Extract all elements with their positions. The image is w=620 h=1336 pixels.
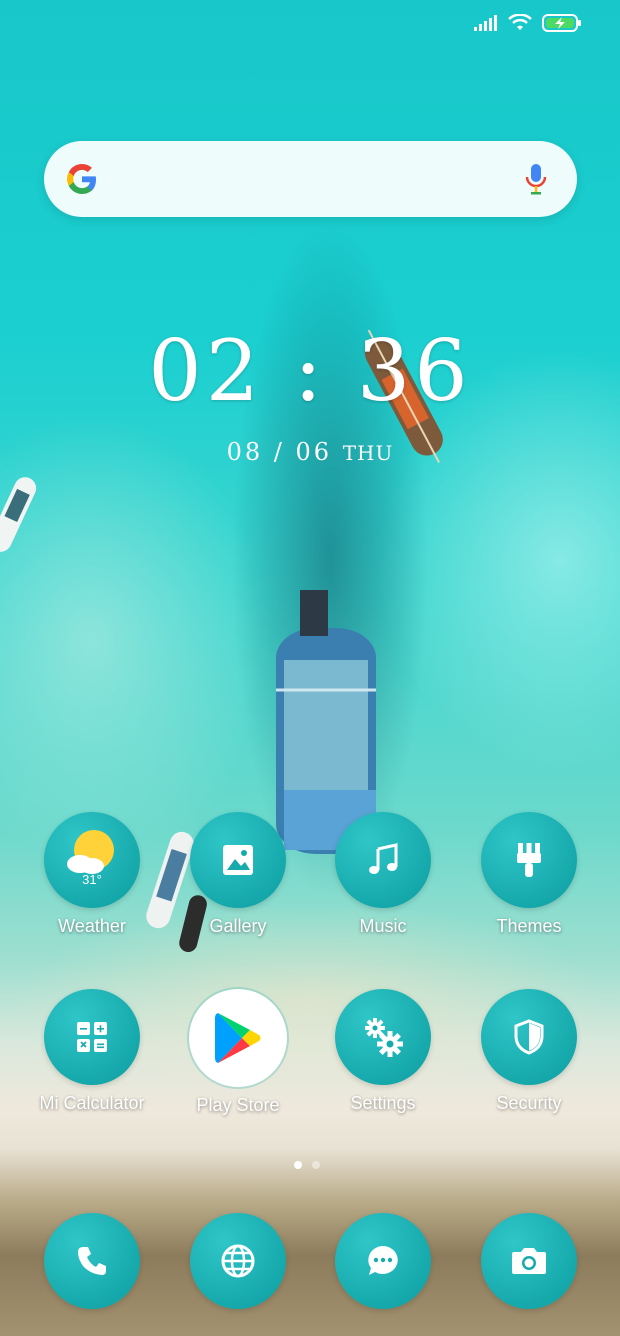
app-label: Security [496,1093,562,1113]
date-text: 08 / 06 [226,438,333,466]
microphone-icon[interactable] [525,162,547,196]
battery-charging-icon [542,14,581,32]
browser-globe-icon [221,1244,255,1278]
app-label: Mi Calculator [39,1093,145,1113]
page-dot [312,1161,320,1169]
shield-icon [514,1019,544,1055]
weather-temp: 31° [82,872,102,887]
page-dot-active [294,1161,302,1169]
app-label: Play Store [196,1095,280,1115]
gears-icon [365,1018,403,1057]
play-store-icon [215,1013,261,1063]
app-themes[interactable]: Themes [456,812,602,937]
themes-app-icon-bg [481,812,577,908]
status-bar [474,14,582,32]
app-label: Settings [350,1093,416,1113]
weekday-text: THU [342,441,394,465]
play-store-app-icon-bg [189,989,287,1087]
gallery-app-icon-bg [190,812,286,908]
app-label: Gallery [209,916,267,936]
google-search-bar[interactable] [44,141,577,217]
app-label: Themes [496,916,562,936]
dock-messages[interactable] [310,1213,456,1309]
settings-app-icon-bg [335,989,431,1085]
app-label: Music [359,916,407,936]
messages-icon [368,1246,398,1275]
app-weather[interactable]: 31° Weather [19,812,165,937]
clock-date[interactable]: 08 / 06 THU [0,438,620,466]
dock-camera[interactable] [456,1213,602,1309]
app-security[interactable]: Security [456,989,602,1114]
app-gallery[interactable]: Gallery [165,812,311,937]
weather-app-icon-bg: 31° [44,812,140,908]
wifi-icon [508,14,532,30]
app-play-store[interactable]: Play Store [165,989,311,1116]
security-app-icon-bg [481,989,577,1085]
signal-icon [474,15,497,31]
wallpaper-boat-left [0,477,37,552]
google-g-icon [67,164,96,194]
page-indicator[interactable] [294,1161,320,1169]
weather-sun-cloud-icon [67,830,114,874]
calculator-app-icon-bg [44,989,140,1085]
camera-app-icon-bg [481,1213,577,1309]
app-label: Weather [58,916,126,936]
phone-app-icon-bg [44,1213,140,1309]
app-settings[interactable]: Settings [310,989,456,1114]
camera-icon [512,1248,546,1274]
app-mi-calculator[interactable]: Mi Calculator [19,989,165,1114]
phone-icon [78,1247,106,1275]
music-note-icon [369,843,398,874]
gallery-icon [223,845,253,875]
dock-browser[interactable] [165,1213,311,1309]
music-app-icon-bg [335,812,431,908]
messages-app-icon-bg [335,1213,431,1309]
home-screen: 02 : 36 08 / 06 THU 31° Weather Gallery [0,0,620,1336]
clock-time[interactable]: 02 : 36 [0,322,620,420]
calculator-icon [77,1022,107,1052]
paintbrush-icon [517,843,541,877]
app-music[interactable]: Music [310,812,456,937]
dock-phone[interactable] [19,1213,165,1309]
browser-app-icon-bg [190,1213,286,1309]
